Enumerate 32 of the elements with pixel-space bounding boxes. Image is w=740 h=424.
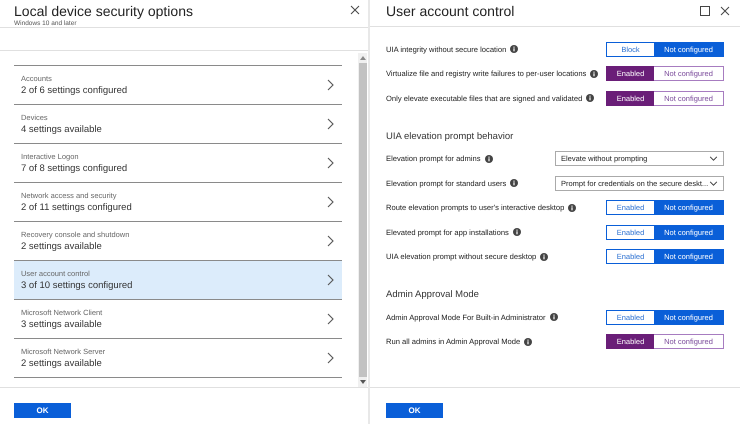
info-icon[interactable] — [510, 45, 518, 54]
close-icon[interactable] — [720, 6, 730, 16]
chevron-right-icon — [327, 312, 334, 325]
panel-title: Local device security options — [14, 3, 193, 19]
ok-button[interactable]: OK — [386, 403, 443, 418]
scroll-up-arrow-icon[interactable] — [360, 56, 366, 60]
chevron-down-icon — [709, 180, 718, 186]
chevron-right-icon — [327, 352, 334, 364]
panel-title: User account control — [386, 3, 514, 19]
info-icon[interactable] — [512, 228, 521, 236]
info-icon[interactable] — [540, 252, 548, 261]
chevron-down-icon — [709, 156, 718, 162]
maximize-icon[interactable] — [700, 6, 710, 16]
info-icon[interactable] — [586, 94, 594, 102]
info-icon[interactable] — [568, 204, 576, 212]
info-icon[interactable] — [550, 313, 558, 322]
chevron-right-icon — [327, 156, 334, 169]
section-heading: UIA elevation prompt behavior — [386, 130, 514, 144]
chevron-right-icon — [327, 274, 334, 286]
chevron-right-icon — [327, 196, 334, 208]
info-icon[interactable] — [510, 179, 518, 188]
info-icon[interactable] — [524, 338, 532, 346]
info-icon[interactable] — [484, 154, 493, 163]
section-heading: Admin Approval Mode — [386, 288, 480, 302]
ok-button[interactable]: OK — [14, 403, 71, 418]
scroll-down-arrow-icon[interactable] — [360, 380, 366, 384]
chevron-right-icon — [327, 118, 334, 130]
chevron-right-icon — [327, 234, 334, 247]
scrollbar[interactable] — [358, 52, 367, 388]
close-icon[interactable] — [350, 5, 360, 15]
chevron-right-icon — [327, 78, 334, 91]
info-icon[interactable] — [590, 70, 598, 78]
